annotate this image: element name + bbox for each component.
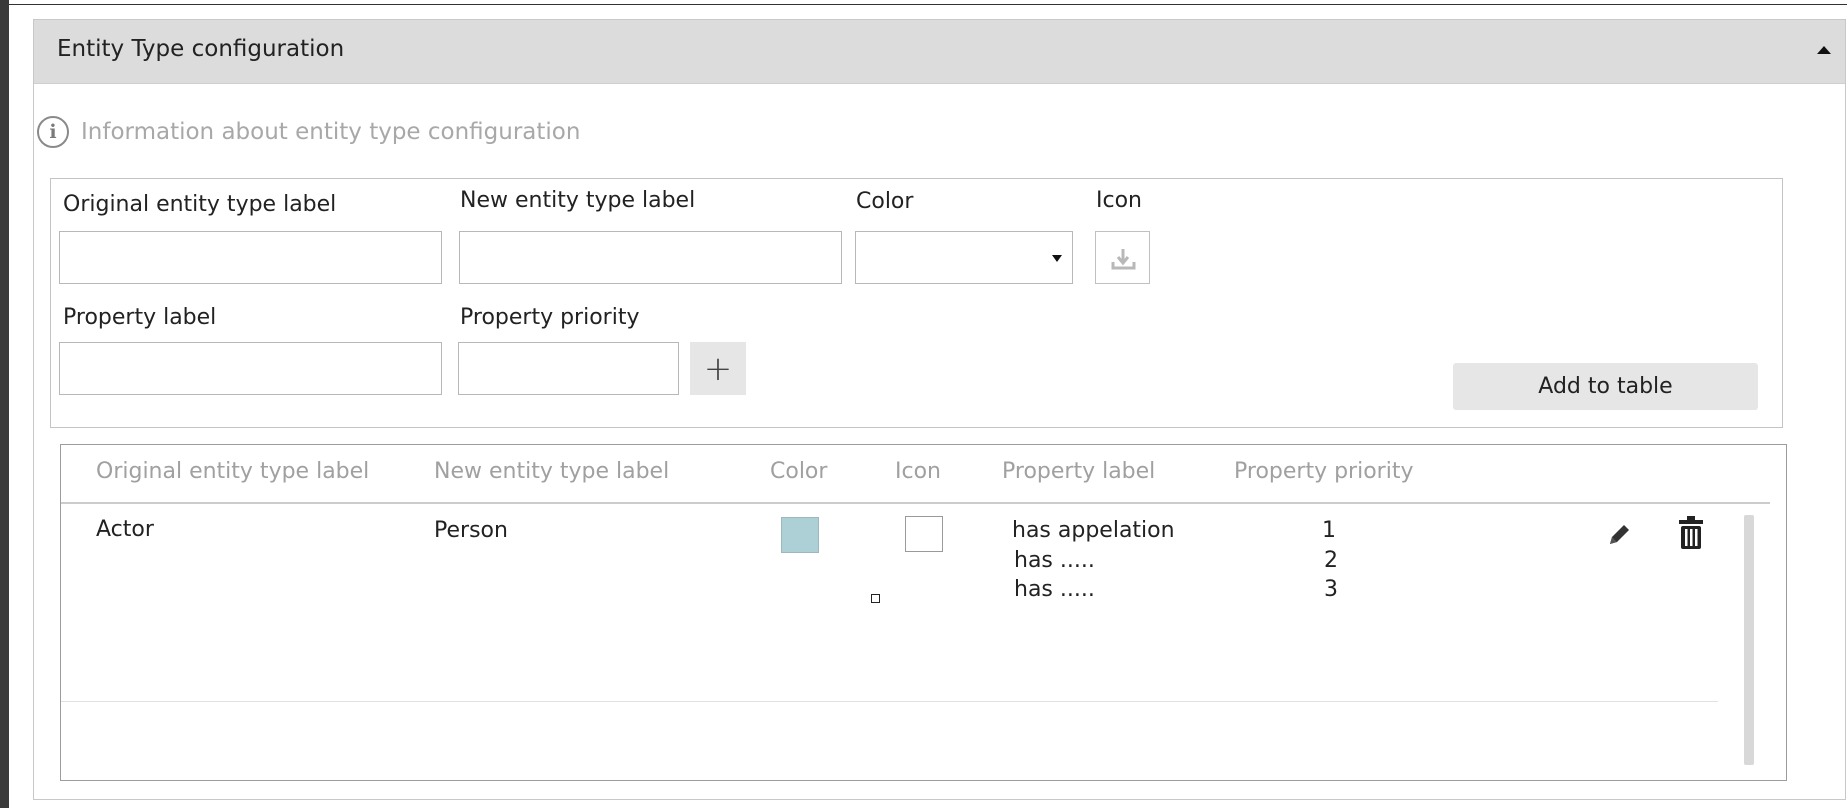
col-icon[interactable]: Icon — [895, 459, 941, 484]
cell-property-priority: 2 — [1324, 548, 1338, 573]
col-new-entity-type[interactable]: New entity type label — [434, 459, 669, 484]
table-header-divider — [61, 502, 1770, 504]
table-scrollbar[interactable] — [1744, 515, 1754, 765]
icon-picker-button[interactable] — [1095, 231, 1150, 284]
cell-color-swatch — [781, 517, 819, 553]
new-entity-type-input[interactable] — [459, 231, 842, 284]
chevron-down-icon — [1052, 255, 1062, 262]
cell-property-label: has ..... — [1014, 577, 1095, 602]
window-top-border — [9, 4, 1847, 5]
info-text: Information about entity type configurat… — [81, 119, 581, 145]
download-tray-icon — [1111, 249, 1136, 270]
cell-property-label: has ..... — [1014, 548, 1095, 573]
resize-handle[interactable] — [871, 594, 880, 603]
color-select[interactable] — [855, 231, 1073, 284]
panel-header[interactable]: Entity Type configuration — [34, 20, 1845, 84]
cell-icon-box — [905, 516, 943, 552]
original-entity-type-input[interactable] — [59, 231, 442, 284]
panel-title: Entity Type configuration — [57, 36, 345, 62]
info-circle-icon[interactable]: i — [37, 116, 69, 148]
cell-original-label: Actor — [96, 517, 154, 542]
cell-property-priority: 1 — [1322, 518, 1336, 543]
cell-property-label: has appelation — [1012, 518, 1175, 543]
icon-label: Icon — [1096, 188, 1142, 213]
property-label-label: Property label — [63, 305, 217, 330]
plus-icon: + — [703, 348, 733, 389]
pencil-icon[interactable] — [1605, 521, 1633, 553]
add-to-table-label: Add to table — [1538, 374, 1673, 399]
caret-up-icon[interactable] — [1817, 46, 1831, 54]
add-property-button[interactable]: + — [690, 342, 746, 395]
original-entity-type-label: Original entity type label — [63, 192, 337, 217]
color-label: Color — [856, 189, 914, 214]
new-entity-type-label: New entity type label — [460, 188, 696, 213]
info-row: i Information about entity type configur… — [37, 114, 580, 150]
col-original-entity-type[interactable]: Original entity type label — [96, 459, 369, 484]
cell-property-priority: 3 — [1324, 577, 1338, 602]
cell-new-label: Person — [434, 518, 508, 543]
entity-type-table: Original entity type label New entity ty… — [60, 444, 1787, 781]
property-priority-label: Property priority — [460, 305, 640, 330]
col-color[interactable]: Color — [770, 459, 827, 484]
row-divider — [61, 701, 1718, 702]
property-label-input[interactable] — [59, 342, 442, 395]
col-property-priority[interactable]: Property priority — [1234, 459, 1413, 484]
entity-type-form: Original entity type label New entity ty… — [50, 178, 1783, 428]
window-left-border — [0, 0, 9, 808]
col-property-label[interactable]: Property label — [1002, 459, 1155, 484]
property-priority-input[interactable] — [458, 342, 679, 395]
trash-icon[interactable] — [1678, 515, 1704, 555]
add-to-table-button[interactable]: Add to table — [1453, 363, 1758, 410]
